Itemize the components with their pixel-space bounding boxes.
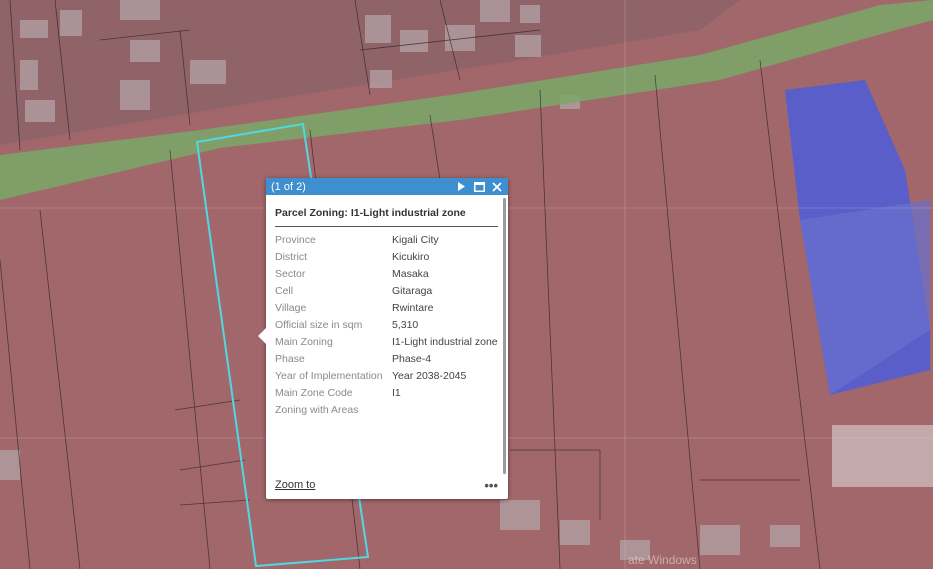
attribute-row: Sector Masaka [275,266,498,283]
watermark-text: ate Windows [628,553,697,567]
attribute-value: I1-Light industrial zone [392,336,498,348]
attribute-label: Zoning with Areas [275,404,359,416]
attribute-value: 5,310 [392,319,419,331]
close-icon [492,181,502,192]
attribute-row: Zoning with Areas [275,402,498,419]
attribute-row: Main Zoning I1-Light industrial zone [275,334,498,351]
popup-pointer [258,328,266,344]
building-roof [832,425,933,487]
attribute-value: Rwintare [392,302,434,314]
attribute-value: Phase-4 [392,353,432,365]
attribute-row: Year of Implementation Year 2038-2045 [275,368,498,385]
maximize-icon [473,181,485,192]
attribute-label: Official size in sqm [275,319,363,331]
zoom-to-link[interactable]: Zoom to [275,479,315,491]
attribute-label: Year of Implementation [275,370,383,382]
attribute-table: Province Kigali City District Kicukiro Secto… [275,232,498,419]
attribute-value: Gitaraga [392,285,433,297]
attribute-row: Official size in sqm 5,310 [275,317,498,334]
feature-count: (1 of 2) [271,180,306,193]
attribute-label: Phase [275,353,305,365]
feature-popup[interactable]: (1 of 2) Parcel Zoning: I1-Light industr… [258,178,508,499]
attribute-label: Main Zoning [275,336,333,348]
attribute-value [392,402,498,419]
maximize-button[interactable] [472,180,486,194]
scrollbar-thumb[interactable] [503,198,506,474]
attribute-label: Main Zone Code [275,387,353,399]
next-feature-button[interactable] [454,180,468,194]
play-icon [458,182,465,191]
close-button[interactable] [490,180,504,194]
attribute-value: Masaka [392,268,429,280]
attribute-row: District Kicukiro [275,249,498,266]
attribute-value: Year 2038-2045 [392,370,467,382]
attribute-label: District [275,251,308,263]
attribute-value: Kicukiro [392,251,430,263]
popup-footer: Zoom to ••• [275,471,498,499]
attribute-row: Phase Phase-4 [275,351,498,368]
attribute-row: Cell Gitaraga [275,283,498,300]
popup-content[interactable]: Parcel Zoning: I1-Light industrial zone … [275,195,498,469]
attribute-label: Village [275,302,307,314]
attribute-value: I1 [392,387,401,399]
attribute-row: Main Zone Code I1 [275,385,498,402]
popup-header: (1 of 2) [266,178,508,195]
attribute-label: Cell [275,285,294,297]
popup-title: Parcel Zoning: I1-Light industrial zone [275,195,498,227]
attribute-value: Kigali City [392,234,439,246]
attribute-label: Sector [275,268,306,280]
more-options-button[interactable]: ••• [484,478,498,493]
attribute-row: Village Rwintare [275,300,498,317]
attribute-label: Province [275,234,316,246]
attribute-row: Province Kigali City [275,232,498,249]
